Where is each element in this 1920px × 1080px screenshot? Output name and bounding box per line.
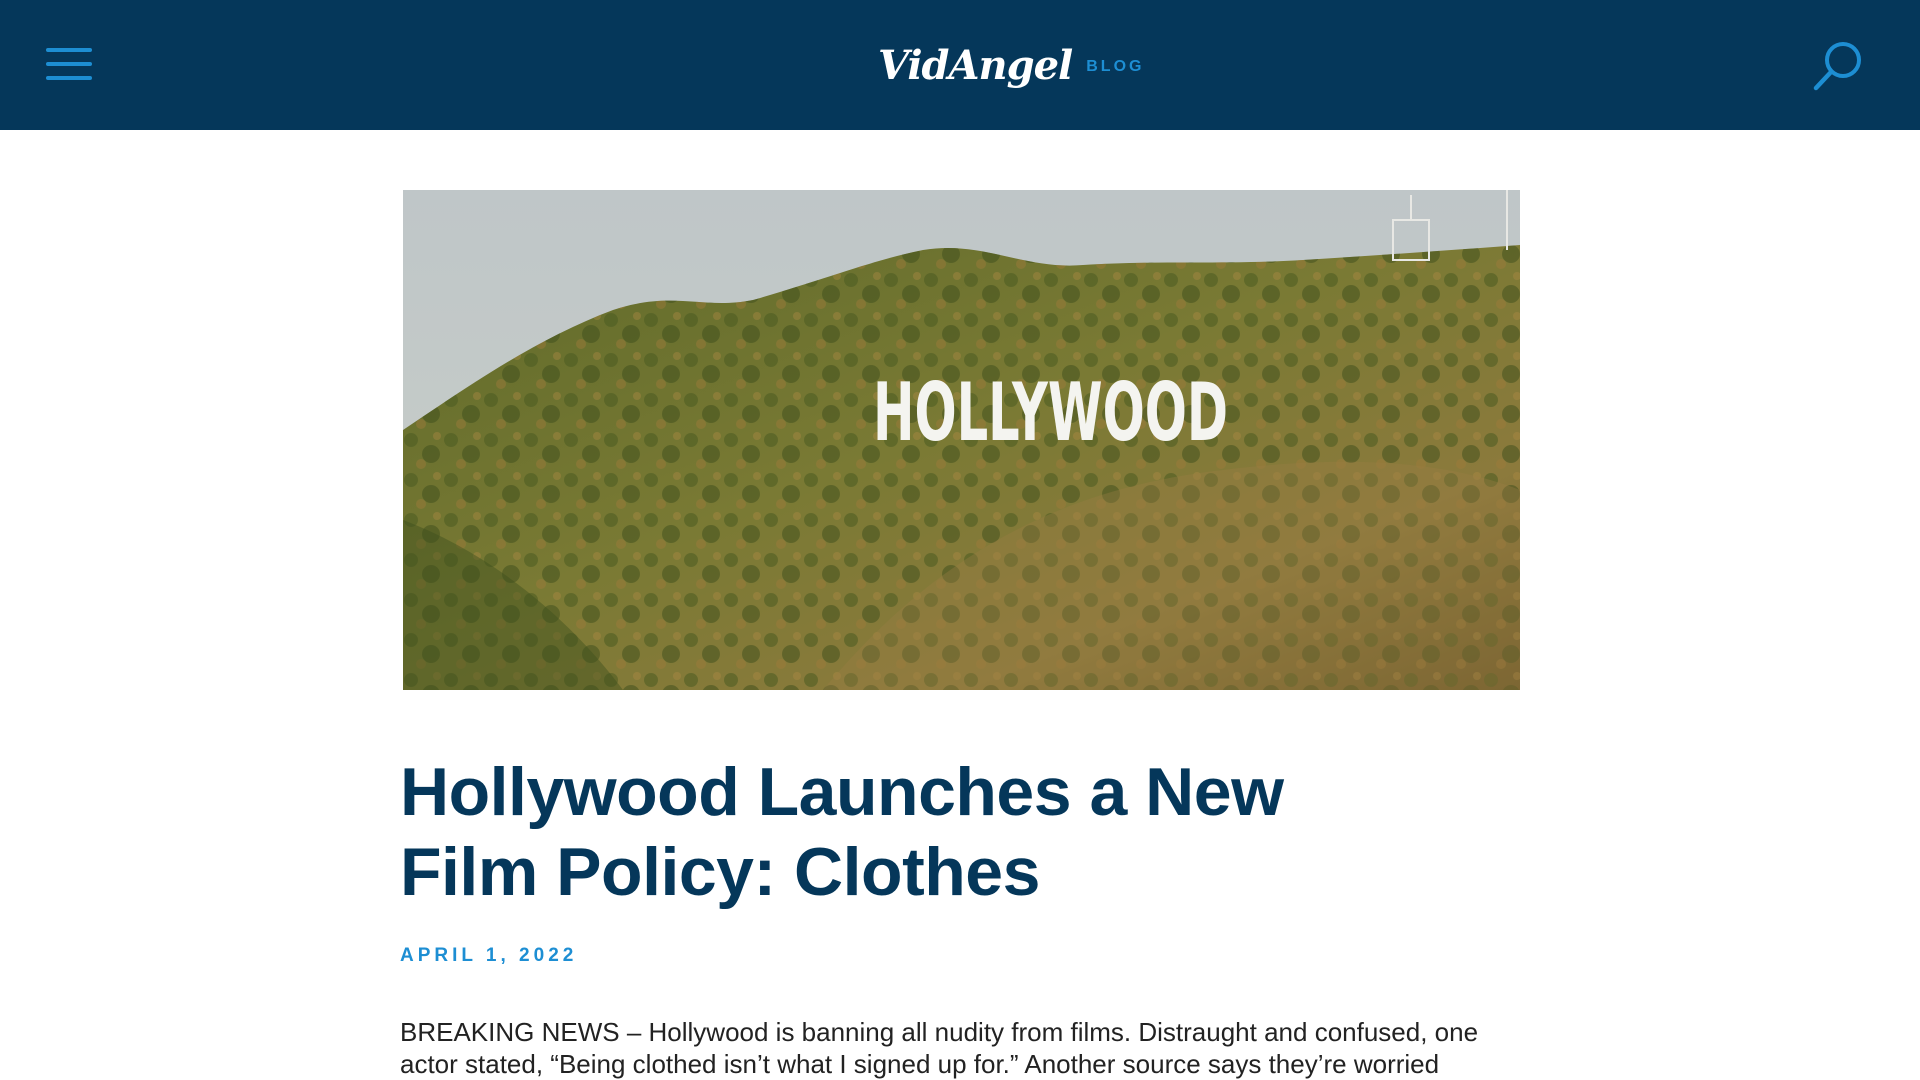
menu-bar [46, 76, 92, 80]
logo-text: VidAngel [878, 41, 1073, 89]
hero-image: HOLLYWOOD [403, 190, 1520, 690]
search-icon[interactable] [1810, 38, 1866, 94]
article-date: APRIL 1, 2022 [400, 945, 578, 966]
menu-bar [46, 48, 92, 52]
article-title: Hollywood Launches a New Film Policy: Cl… [400, 754, 1284, 910]
site-header: VidAngel BLOG [0, 0, 1920, 130]
article-body-paragraph: BREAKING NEWS – Hollywood is banning all… [400, 1017, 1479, 1079]
blog-section-tag: BLOG [1086, 58, 1145, 75]
hamburger-menu-icon[interactable] [46, 44, 92, 84]
site-logo-link[interactable]: VidAngel BLOG [878, 38, 1144, 92]
hollywood-sign: HOLLYWOOD [873, 366, 1228, 459]
menu-bar [46, 62, 92, 66]
